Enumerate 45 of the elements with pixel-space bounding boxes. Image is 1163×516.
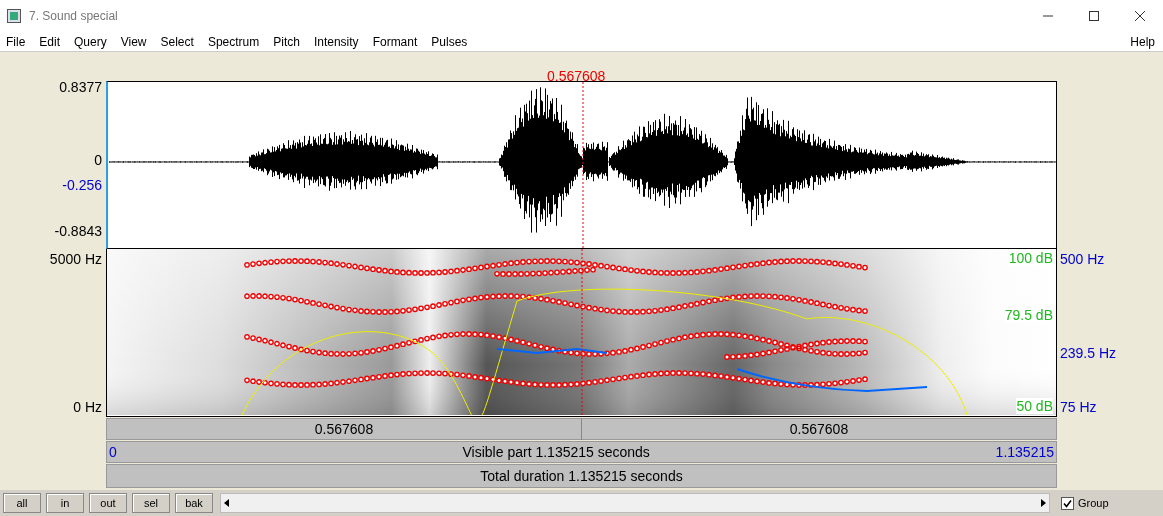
menu-item[interactable]: Formant bbox=[365, 32, 425, 51]
menu-item[interactable]: File bbox=[0, 32, 33, 51]
intensity-label: 50 dB bbox=[1016, 398, 1053, 414]
menu-item[interactable]: Spectrum bbox=[200, 32, 267, 51]
time-segment[interactable]: 0.567608 bbox=[107, 418, 581, 440]
time-segment[interactable]: 0.567608 bbox=[581, 418, 1056, 440]
app-icon bbox=[7, 9, 21, 23]
pitch-label: 75 Hz bbox=[1060, 399, 1097, 415]
zoom-button[interactable]: in bbox=[46, 493, 84, 513]
window-title: 7. Sound special bbox=[29, 8, 118, 25]
visible-part-bar[interactable]: 0 Visible part 1.135215 seconds 1.135215 bbox=[106, 441, 1057, 463]
menu-item[interactable]: View bbox=[113, 32, 154, 51]
menu-item[interactable]: Intensity bbox=[306, 32, 366, 51]
checkbox-label: Group bbox=[1078, 495, 1109, 511]
menu-item[interactable]: Edit bbox=[32, 32, 68, 51]
axis-label: 0.8377 bbox=[59, 79, 102, 95]
axis-label: 5000 Hz bbox=[49, 251, 102, 267]
zoom-button[interactable]: all bbox=[3, 493, 41, 513]
left-arrow-icon bbox=[224, 499, 230, 507]
close-icon[interactable] bbox=[1134, 10, 1146, 22]
axis-label: 0 bbox=[94, 152, 102, 168]
zoom-button[interactable]: bak bbox=[175, 493, 213, 513]
axis-label: -0.256 bbox=[62, 177, 102, 193]
end-time: 1.135215 bbox=[995, 442, 1055, 462]
pitch-label: 239.5 Hz bbox=[1060, 345, 1117, 361]
pitch-label: 500 Hz bbox=[1060, 251, 1105, 267]
maximize-icon[interactable] bbox=[1088, 10, 1100, 22]
zoom-button[interactable]: sel bbox=[132, 493, 170, 513]
menu-item[interactable]: Select bbox=[153, 32, 201, 51]
total-duration-text[interactable]: Total duration 1.135215 seconds bbox=[107, 465, 1056, 487]
menu-item[interactable]: Help bbox=[1130, 32, 1163, 51]
start-time: 0 bbox=[108, 442, 117, 462]
intensity-label: 100 dB bbox=[1008, 250, 1053, 266]
cursor-time: 0.567608 bbox=[547, 67, 606, 86]
intensity-label: 79.5 dB bbox=[1004, 307, 1053, 323]
axis-label: 0 Hz bbox=[73, 399, 102, 415]
group-checkbox[interactable] bbox=[1061, 496, 1074, 510]
visible-part-text: Visible part 1.135215 seconds bbox=[461, 442, 651, 462]
zoom-button[interactable]: out bbox=[89, 493, 127, 513]
axis-label: -0.8843 bbox=[54, 223, 102, 239]
check-icon bbox=[1063, 498, 1072, 508]
menu-item[interactable]: Query bbox=[67, 32, 114, 51]
menu-item[interactable]: Pulses bbox=[424, 32, 475, 51]
right-arrow-icon bbox=[1040, 499, 1046, 507]
menu-item[interactable]: Pitch bbox=[266, 32, 307, 51]
